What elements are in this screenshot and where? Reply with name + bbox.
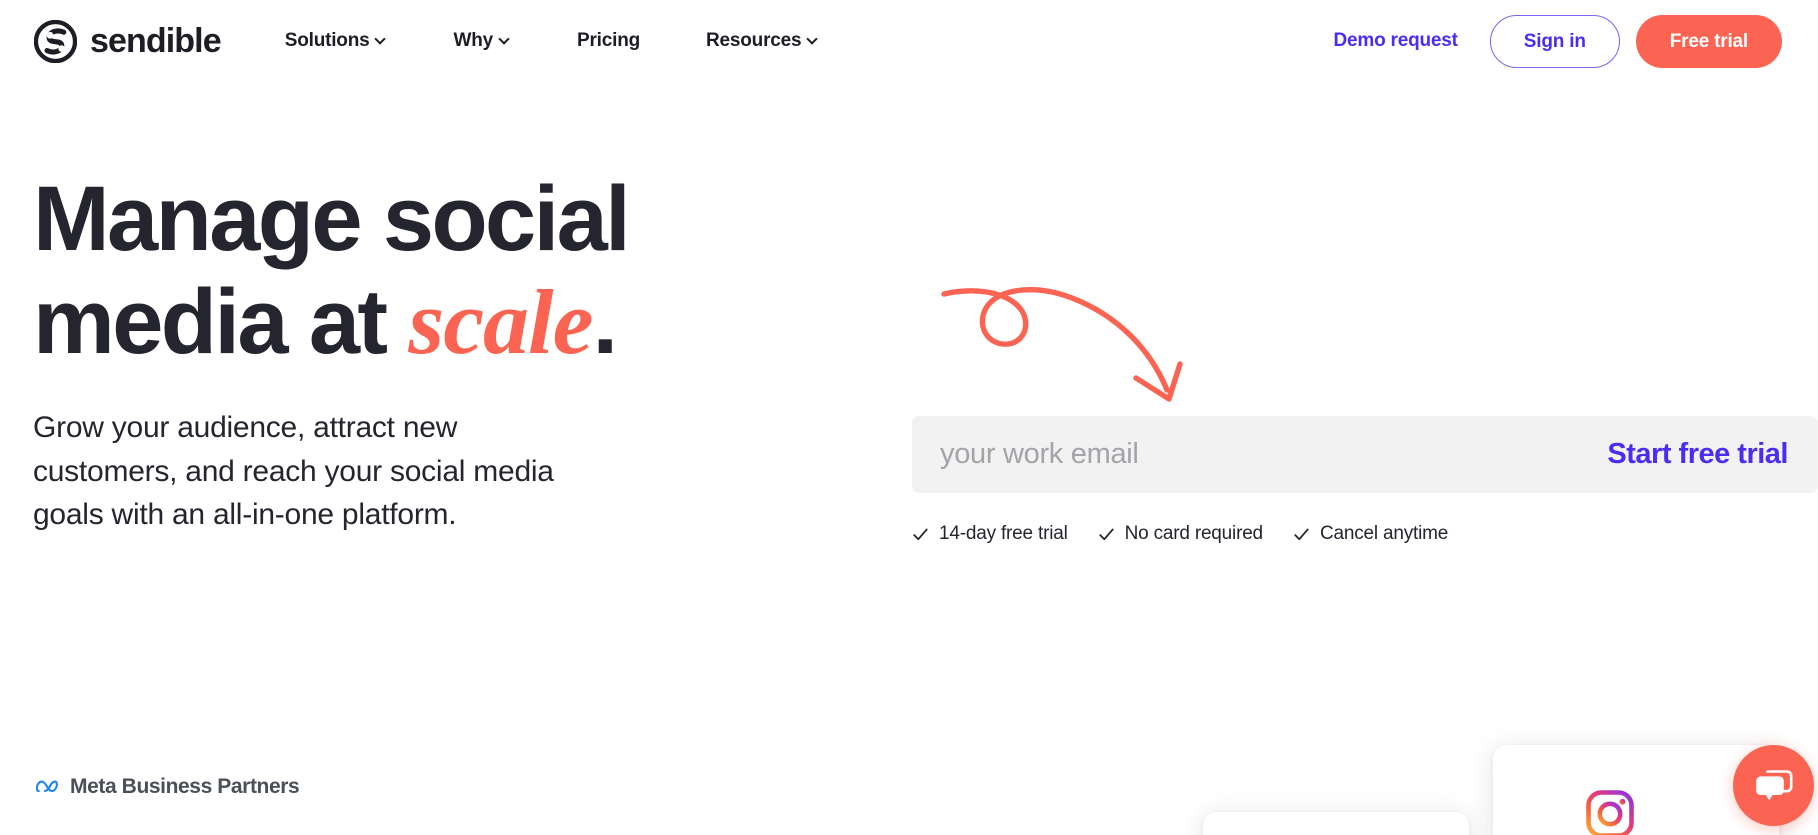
page-title: Manage social media at scale.	[33, 168, 773, 374]
start-free-trial-button[interactable]: Start free trial	[1585, 440, 1818, 469]
check-icon	[1098, 526, 1115, 543]
hero-copy-block: Manage social media at scale. Grow your …	[33, 168, 773, 537]
nav-item-label: Resources	[706, 30, 802, 51]
floating-preview-card-left	[1203, 812, 1469, 835]
chat-widget-button[interactable]	[1733, 745, 1814, 826]
work-email-input[interactable]	[912, 416, 1586, 493]
check-icon	[912, 526, 929, 543]
trust-point-label: 14-day free trial	[939, 523, 1068, 544]
brand-wordmark: sendible	[90, 22, 222, 60]
hero-title-line-1: Manage social	[33, 168, 631, 270]
nav-item-label: Solutions	[284, 30, 370, 51]
hero-title-period: .	[592, 271, 618, 374]
site-header: sendible Solutions Why Pricing Resources…	[0, 0, 1818, 82]
trust-point-label: No card required	[1124, 523, 1264, 544]
hero-title-line-2: media at	[33, 271, 409, 374]
sendible-circle-s-logo-icon	[34, 19, 77, 63]
header-actions: Demo request Sign in Free trial	[1333, 14, 1782, 68]
trust-point-cancel-anytime: Cancel anytime	[1293, 523, 1448, 545]
trust-point-label: Cancel anytime	[1319, 523, 1449, 544]
brand-logo-link[interactable]: sendible	[34, 19, 222, 63]
free-trial-button[interactable]: Free trial	[1635, 14, 1782, 68]
chevron-down-icon	[500, 34, 511, 45]
instagram-icon	[1586, 790, 1634, 835]
check-icon	[1293, 526, 1310, 543]
trust-point-no-card: No card required	[1098, 523, 1263, 545]
hero-title-emphasis: scale	[408, 271, 593, 374]
nav-item-label: Why	[453, 30, 493, 51]
nav-item-solutions[interactable]: Solutions	[285, 30, 421, 52]
sign-in-button[interactable]: Sign in	[1489, 14, 1620, 68]
nav-item-label: Pricing	[577, 30, 641, 51]
meta-infinity-logo-icon	[36, 779, 62, 795]
trust-points-row: 14-day free trial No card required Cance…	[912, 523, 1818, 545]
trust-point-free-trial: 14-day free trial	[912, 523, 1068, 545]
chevron-down-icon	[808, 34, 819, 45]
nav-item-why[interactable]: Why	[420, 30, 544, 52]
chat-bubbles-icon	[1754, 768, 1794, 803]
main-navigation: Solutions Why Pricing Resources	[285, 30, 853, 52]
partner-badge-label: Meta Business Partners	[70, 775, 300, 798]
chevron-down-icon	[376, 34, 387, 45]
meta-business-partners-badge: Meta Business Partners	[36, 775, 300, 798]
curved-arrow-doodle-icon	[940, 268, 1200, 413]
demo-request-link[interactable]: Demo request	[1333, 30, 1458, 52]
hero-subtitle: Grow your audience, attract new customer…	[33, 411, 554, 532]
nav-item-resources[interactable]: Resources	[673, 30, 852, 52]
nav-item-pricing[interactable]: Pricing	[544, 30, 673, 52]
landing-page: sendible Solutions Why Pricing Resources…	[0, 0, 1818, 835]
email-signup-form: Start free trial	[912, 416, 1818, 493]
